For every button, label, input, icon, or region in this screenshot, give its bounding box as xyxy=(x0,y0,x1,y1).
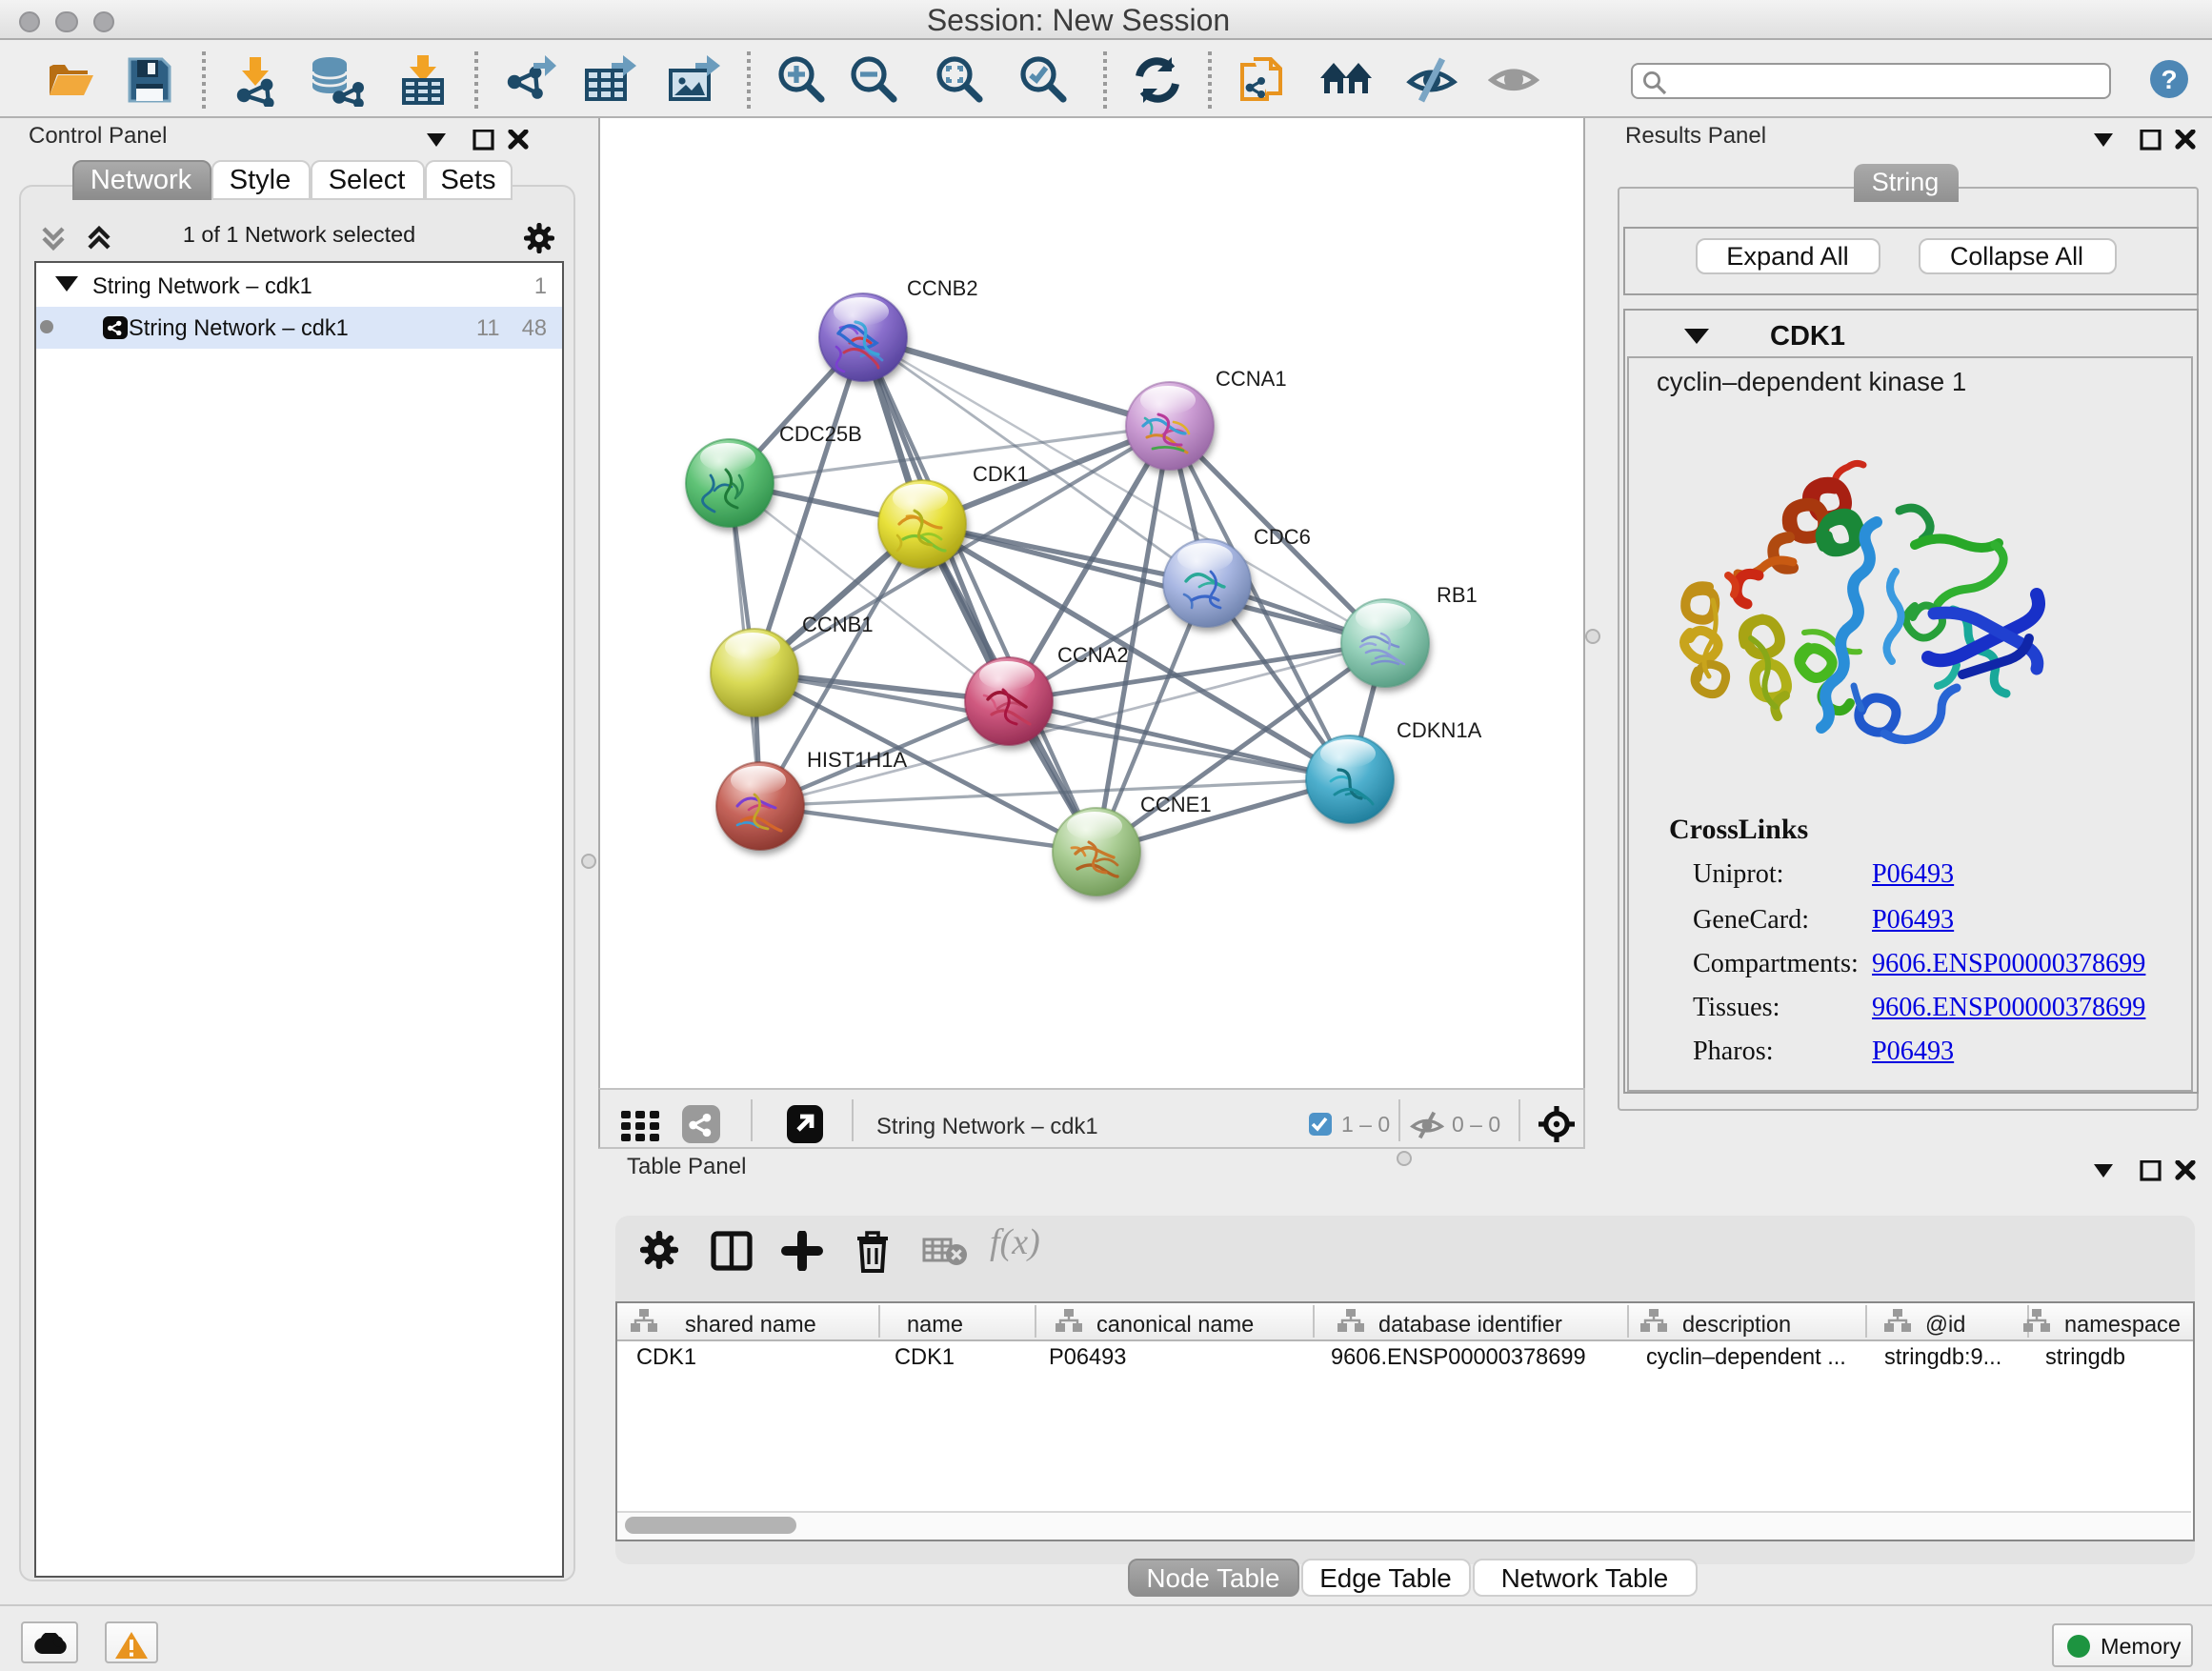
svg-text:CCNB2: CCNB2 xyxy=(906,276,977,300)
svg-text:CCNE1: CCNE1 xyxy=(1139,793,1211,816)
svg-text:CDKN1A: CDKN1A xyxy=(1396,718,1481,742)
svg-text:CDC6: CDC6 xyxy=(1253,525,1310,549)
svg-text:CCNB1: CCNB1 xyxy=(801,613,873,636)
svg-text:CDK1: CDK1 xyxy=(972,462,1028,486)
svg-text:RB1: RB1 xyxy=(1436,583,1477,607)
svg-text:CCNA2: CCNA2 xyxy=(1056,643,1128,667)
svg-text:?: ? xyxy=(2161,65,2177,94)
svg-text:CCNA1: CCNA1 xyxy=(1215,367,1286,391)
svg-text:CDC25B: CDC25B xyxy=(778,422,861,446)
svg-text:HIST1H1A: HIST1H1A xyxy=(806,748,906,772)
